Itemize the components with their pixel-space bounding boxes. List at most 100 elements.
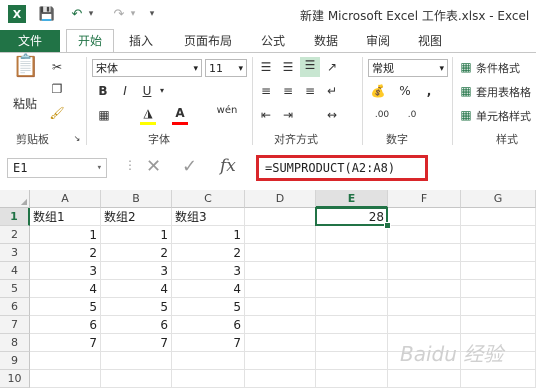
row-header-6[interactable]: 6	[0, 298, 30, 316]
phonetic-button[interactable]: wén	[214, 103, 240, 119]
undo-dropdown-icon[interactable]: ▾	[86, 5, 96, 23]
tab-insert[interactable]: 插入	[118, 30, 164, 52]
row-header-7[interactable]: 7	[0, 316, 30, 334]
cell-b7[interactable]: 6	[101, 316, 172, 334]
increase-indent-icon[interactable]: ⇥	[280, 107, 296, 123]
currency-icon[interactable]: 💰	[370, 83, 386, 99]
align-top-icon[interactable]: ☰	[258, 59, 274, 75]
tab-formulas[interactable]: 公式	[250, 30, 296, 52]
decrease-indent-icon[interactable]: ⇤	[258, 107, 274, 123]
cell-b6[interactable]: 5	[101, 298, 172, 316]
increase-decimal-icon[interactable]: .00	[370, 107, 394, 123]
select-all-corner[interactable]: ◢	[0, 190, 30, 208]
row-header-1[interactable]: 1	[0, 208, 30, 226]
undo-icon[interactable]: ↶	[68, 5, 86, 23]
cell-c6[interactable]: 5	[172, 298, 245, 316]
paste-icon[interactable]: 📋	[12, 56, 40, 93]
cell-f7[interactable]	[388, 316, 461, 334]
column-header-e[interactable]: E	[316, 190, 388, 208]
orientation-icon[interactable]: ↗	[324, 59, 340, 75]
font-size-select[interactable]: 11 ▾	[205, 59, 247, 77]
tab-view[interactable]: 视图	[407, 30, 453, 52]
merge-center-icon[interactable]: ↔	[324, 107, 340, 123]
cell-a2[interactable]: 1	[30, 226, 101, 244]
cell-d4[interactable]	[245, 262, 316, 280]
redo-dropdown-icon[interactable]: ▾	[128, 5, 138, 23]
cell-d1[interactable]	[245, 208, 316, 226]
cell-d3[interactable]	[245, 244, 316, 262]
cell-a10[interactable]	[30, 370, 101, 388]
cancel-entry-icon[interactable]: ✕	[146, 156, 161, 177]
tab-review[interactable]: 审阅	[355, 30, 401, 52]
format-table-icon[interactable]: ▦	[458, 83, 474, 99]
cell-a3[interactable]: 2	[30, 244, 101, 262]
cell-b3[interactable]: 2	[101, 244, 172, 262]
cell-c7[interactable]: 6	[172, 316, 245, 334]
insert-function-icon[interactable]: fx	[220, 156, 236, 176]
cell-b4[interactable]: 3	[101, 262, 172, 280]
customize-icon[interactable]: ▾	[146, 5, 158, 23]
cell-g5[interactable]	[461, 280, 536, 298]
column-header-g[interactable]: G	[461, 190, 536, 208]
cell-b2[interactable]: 1	[101, 226, 172, 244]
cell-c10[interactable]	[172, 370, 245, 388]
cell-styles-button[interactable]: 单元格样式	[476, 108, 531, 124]
cell-c1[interactable]: 数组3	[172, 208, 245, 226]
format-as-table-button[interactable]: 套用表格格	[476, 84, 531, 100]
cell-g7[interactable]	[461, 316, 536, 334]
percent-button[interactable]: %	[398, 83, 412, 99]
cell-g10[interactable]	[461, 370, 536, 388]
cell-f5[interactable]	[388, 280, 461, 298]
underline-button[interactable]: U	[140, 83, 154, 99]
cell-a7[interactable]: 6	[30, 316, 101, 334]
cell-f6[interactable]	[388, 298, 461, 316]
fill-handle[interactable]	[384, 222, 391, 229]
column-header-a[interactable]: A	[30, 190, 101, 208]
row-header-8[interactable]: 8	[0, 334, 30, 352]
cell-d5[interactable]	[245, 280, 316, 298]
conditional-format-icon[interactable]: ▦	[458, 59, 474, 75]
cell-b1[interactable]: 数组2	[101, 208, 172, 226]
cell-c9[interactable]	[172, 352, 245, 370]
cell-g3[interactable]	[461, 244, 536, 262]
cut-icon[interactable]: ✂	[48, 59, 66, 75]
tab-home[interactable]: 开始	[66, 29, 114, 52]
cell-d2[interactable]	[245, 226, 316, 244]
number-format-select[interactable]: 常规 ▾	[368, 59, 448, 77]
align-center-icon[interactable]: ≡	[280, 83, 296, 99]
cell-styles-icon[interactable]: ▦	[458, 107, 474, 123]
cell-f4[interactable]	[388, 262, 461, 280]
cell-f1[interactable]	[388, 208, 461, 226]
row-header-2[interactable]: 2	[0, 226, 30, 244]
cell-b8[interactable]: 7	[101, 334, 172, 352]
cell-e5[interactable]	[316, 280, 388, 298]
chevron-down-icon[interactable]: ▾	[158, 83, 166, 99]
border-icon[interactable]: ▦	[96, 107, 112, 123]
cell-c5[interactable]: 4	[172, 280, 245, 298]
tab-page-layout[interactable]: 页面布局	[172, 30, 244, 52]
paste-button-label[interactable]: 粘贴	[13, 95, 37, 112]
cell-a9[interactable]	[30, 352, 101, 370]
cell-d9[interactable]	[245, 352, 316, 370]
row-header-9[interactable]: 9	[0, 352, 30, 370]
cell-e6[interactable]	[316, 298, 388, 316]
cell-a5[interactable]: 4	[30, 280, 101, 298]
italic-button[interactable]: I	[118, 83, 132, 99]
cell-e8[interactable]	[316, 334, 388, 352]
cell-c3[interactable]: 2	[172, 244, 245, 262]
cell-f3[interactable]	[388, 244, 461, 262]
cell-e7[interactable]	[316, 316, 388, 334]
cell-d7[interactable]	[245, 316, 316, 334]
column-header-c[interactable]: C	[172, 190, 245, 208]
align-middle-icon[interactable]: ☰	[280, 59, 296, 75]
cell-e3[interactable]	[316, 244, 388, 262]
cell-c2[interactable]: 1	[172, 226, 245, 244]
cell-g4[interactable]	[461, 262, 536, 280]
fill-color-icon[interactable]: ◮	[140, 105, 156, 121]
cell-c4[interactable]: 3	[172, 262, 245, 280]
name-box[interactable]: E1 ▾	[7, 158, 107, 178]
cell-c8[interactable]: 7	[172, 334, 245, 352]
decrease-decimal-icon[interactable]: .0	[400, 107, 424, 123]
cell-b10[interactable]	[101, 370, 172, 388]
save-icon[interactable]: 💾	[38, 5, 56, 23]
